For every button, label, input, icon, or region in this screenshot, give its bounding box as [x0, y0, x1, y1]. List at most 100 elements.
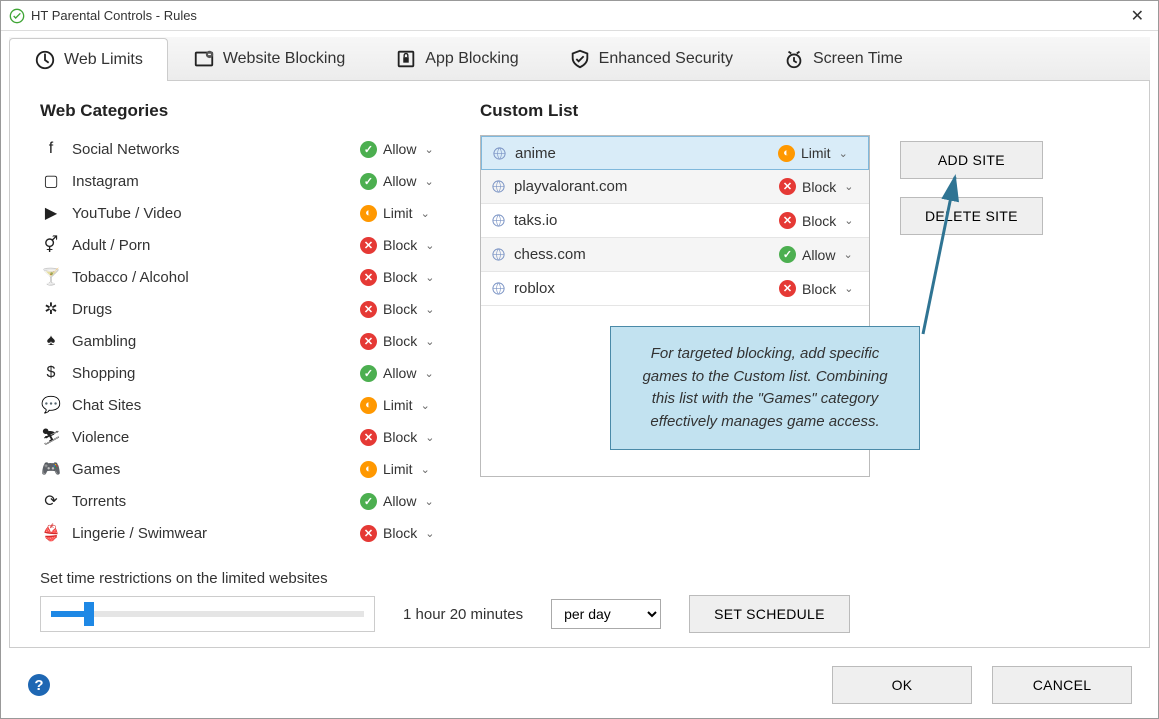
category-status-dropdown[interactable]: ◐Limit⌄ — [360, 205, 440, 222]
category-row: 🎮 Games◐Limit⌄ — [40, 455, 440, 483]
window: HT Parental Controls - Rules ✕ Web Limit… — [0, 0, 1159, 719]
tab-label: Enhanced Security — [599, 50, 733, 68]
chevron-down-icon: ⌄ — [425, 239, 434, 252]
custom-section: Custom List anime◐Limit⌄playvalorant.com… — [480, 101, 1119, 554]
chevron-down-icon: ⌄ — [844, 214, 853, 227]
site-name: playvalorant.com — [514, 178, 779, 195]
category-icon: ▶ — [40, 203, 62, 223]
category-icon: 💬 — [40, 395, 62, 415]
set-schedule-button[interactable]: SET SCHEDULE — [689, 595, 850, 633]
site-name: anime — [515, 145, 778, 162]
category-icon: $ — [40, 364, 62, 382]
site-name: taks.io — [514, 212, 779, 229]
globe-icon — [491, 179, 506, 194]
custom-list-row[interactable]: roblox✕Block⌄ — [481, 272, 869, 306]
chevron-down-icon: ⌄ — [425, 271, 434, 284]
tab-screen-time[interactable]: Screen Time — [758, 37, 928, 80]
category-row: 💬 Chat Sites◐Limit⌄ — [40, 391, 440, 419]
category-status-dropdown[interactable]: ◐Limit⌄ — [360, 397, 440, 414]
chevron-down-icon: ⌄ — [839, 147, 848, 160]
add-site-button[interactable]: ADD SITE — [900, 141, 1043, 179]
category-row: ✲Drugs✕Block⌄ — [40, 295, 440, 323]
dialog-footer: ? OK CANCEL — [1, 656, 1158, 718]
custom-list-row[interactable]: taks.io✕Block⌄ — [481, 204, 869, 238]
chevron-down-icon: ⌄ — [425, 303, 434, 316]
chevron-down-icon: ⌄ — [425, 527, 434, 540]
delete-site-button[interactable]: DELETE SITE — [900, 197, 1043, 235]
category-row: ⟳Torrents✓Allow⌄ — [40, 487, 440, 515]
tab-website-blocking[interactable]: Website Blocking — [168, 37, 370, 80]
globe-icon — [491, 213, 506, 228]
chevron-down-icon: ⌄ — [424, 495, 433, 508]
category-status-dropdown[interactable]: ✓Allow⌄ — [360, 173, 440, 190]
ok-button[interactable]: OK — [832, 666, 972, 704]
category-status-dropdown[interactable]: ✓Allow⌄ — [360, 141, 440, 158]
clock-icon — [783, 48, 805, 70]
globe-icon — [491, 281, 506, 296]
category-status-dropdown[interactable]: ✕Block⌄ — [360, 333, 440, 350]
chevron-down-icon: ⌄ — [424, 367, 433, 380]
site-status-dropdown[interactable]: ✕Block⌄ — [779, 178, 859, 195]
site-status-dropdown[interactable]: ◐Limit⌄ — [778, 145, 858, 162]
svg-text:?: ? — [34, 677, 43, 694]
chevron-down-icon: ⌄ — [843, 248, 852, 261]
globe-icon — [491, 247, 506, 262]
cancel-button[interactable]: CANCEL — [992, 666, 1132, 704]
close-icon[interactable]: ✕ — [1125, 6, 1150, 26]
category-row: 🍸Tobacco / Alcohol✕Block⌄ — [40, 263, 440, 291]
globe-limit-icon — [34, 49, 56, 71]
panel-web-limits: Web Categories fSocial Networks✓Allow⌄▢I… — [9, 81, 1150, 648]
website-blocking-icon — [193, 48, 215, 70]
app-icon — [9, 8, 25, 24]
category-status-dropdown[interactable]: ✕Block⌄ — [360, 237, 440, 254]
custom-list-row[interactable]: chess.com✓Allow⌄ — [481, 238, 869, 272]
category-name: Social Networks — [72, 141, 360, 158]
site-status-dropdown[interactable]: ✓Allow⌄ — [779, 246, 859, 263]
category-name: Lingerie / Swimwear — [72, 525, 360, 542]
category-status-dropdown[interactable]: ✕Block⌄ — [360, 301, 440, 318]
category-row: ▶YouTube / Video◐Limit⌄ — [40, 199, 440, 227]
category-icon: ✲ — [40, 299, 62, 319]
chevron-down-icon: ⌄ — [424, 143, 433, 156]
category-icon: ♠ — [40, 332, 62, 350]
category-status-dropdown[interactable]: ◐Limit⌄ — [360, 461, 440, 478]
slider-thumb[interactable] — [84, 602, 94, 626]
tab-web-limits[interactable]: Web Limits — [9, 38, 168, 81]
category-row: ▢Instagram✓Allow⌄ — [40, 167, 440, 195]
category-name: Chat Sites — [72, 397, 360, 414]
category-icon: f — [40, 140, 62, 158]
shield-icon — [569, 48, 591, 70]
tab-enhanced-security[interactable]: Enhanced Security — [544, 37, 758, 80]
custom-list-row[interactable]: playvalorant.com✕Block⌄ — [481, 170, 869, 204]
per-select[interactable]: per dayper week — [551, 599, 661, 629]
category-icon: ⛷ — [40, 427, 62, 447]
category-row: ⛷Violence✕Block⌄ — [40, 423, 440, 451]
category-icon: 👙 — [40, 523, 62, 543]
chevron-down-icon: ⌄ — [421, 463, 430, 476]
site-status-dropdown[interactable]: ✕Block⌄ — [779, 212, 859, 229]
site-name: chess.com — [514, 246, 779, 263]
time-value: 1 hour 20 minutes — [403, 606, 523, 623]
category-status-dropdown[interactable]: ✕Block⌄ — [360, 525, 440, 542]
site-name: roblox — [514, 280, 779, 297]
category-status-dropdown[interactable]: ✓Allow⌄ — [360, 365, 440, 382]
custom-list-row[interactable]: anime◐Limit⌄ — [481, 136, 869, 170]
category-name: Games — [72, 461, 360, 478]
chevron-down-icon: ⌄ — [424, 175, 433, 188]
tab-app-blocking[interactable]: App Blocking — [370, 37, 543, 80]
chevron-down-icon: ⌄ — [425, 335, 434, 348]
category-status-dropdown[interactable]: ✕Block⌄ — [360, 429, 440, 446]
category-name: Shopping — [72, 365, 360, 382]
time-slider[interactable] — [40, 596, 375, 632]
site-status-dropdown[interactable]: ✕Block⌄ — [779, 280, 859, 297]
time-label: Set time restrictions on the limited web… — [40, 570, 1119, 587]
category-status-dropdown[interactable]: ✓Allow⌄ — [360, 493, 440, 510]
chevron-down-icon: ⌄ — [425, 431, 434, 444]
category-row: $ Shopping✓Allow⌄ — [40, 359, 440, 387]
chevron-down-icon: ⌄ — [421, 207, 430, 220]
category-icon: 🎮 — [40, 459, 62, 479]
category-icon: ▢ — [40, 171, 62, 191]
category-status-dropdown[interactable]: ✕Block⌄ — [360, 269, 440, 286]
help-icon[interactable]: ? — [27, 673, 51, 697]
tab-label: App Blocking — [425, 50, 518, 68]
